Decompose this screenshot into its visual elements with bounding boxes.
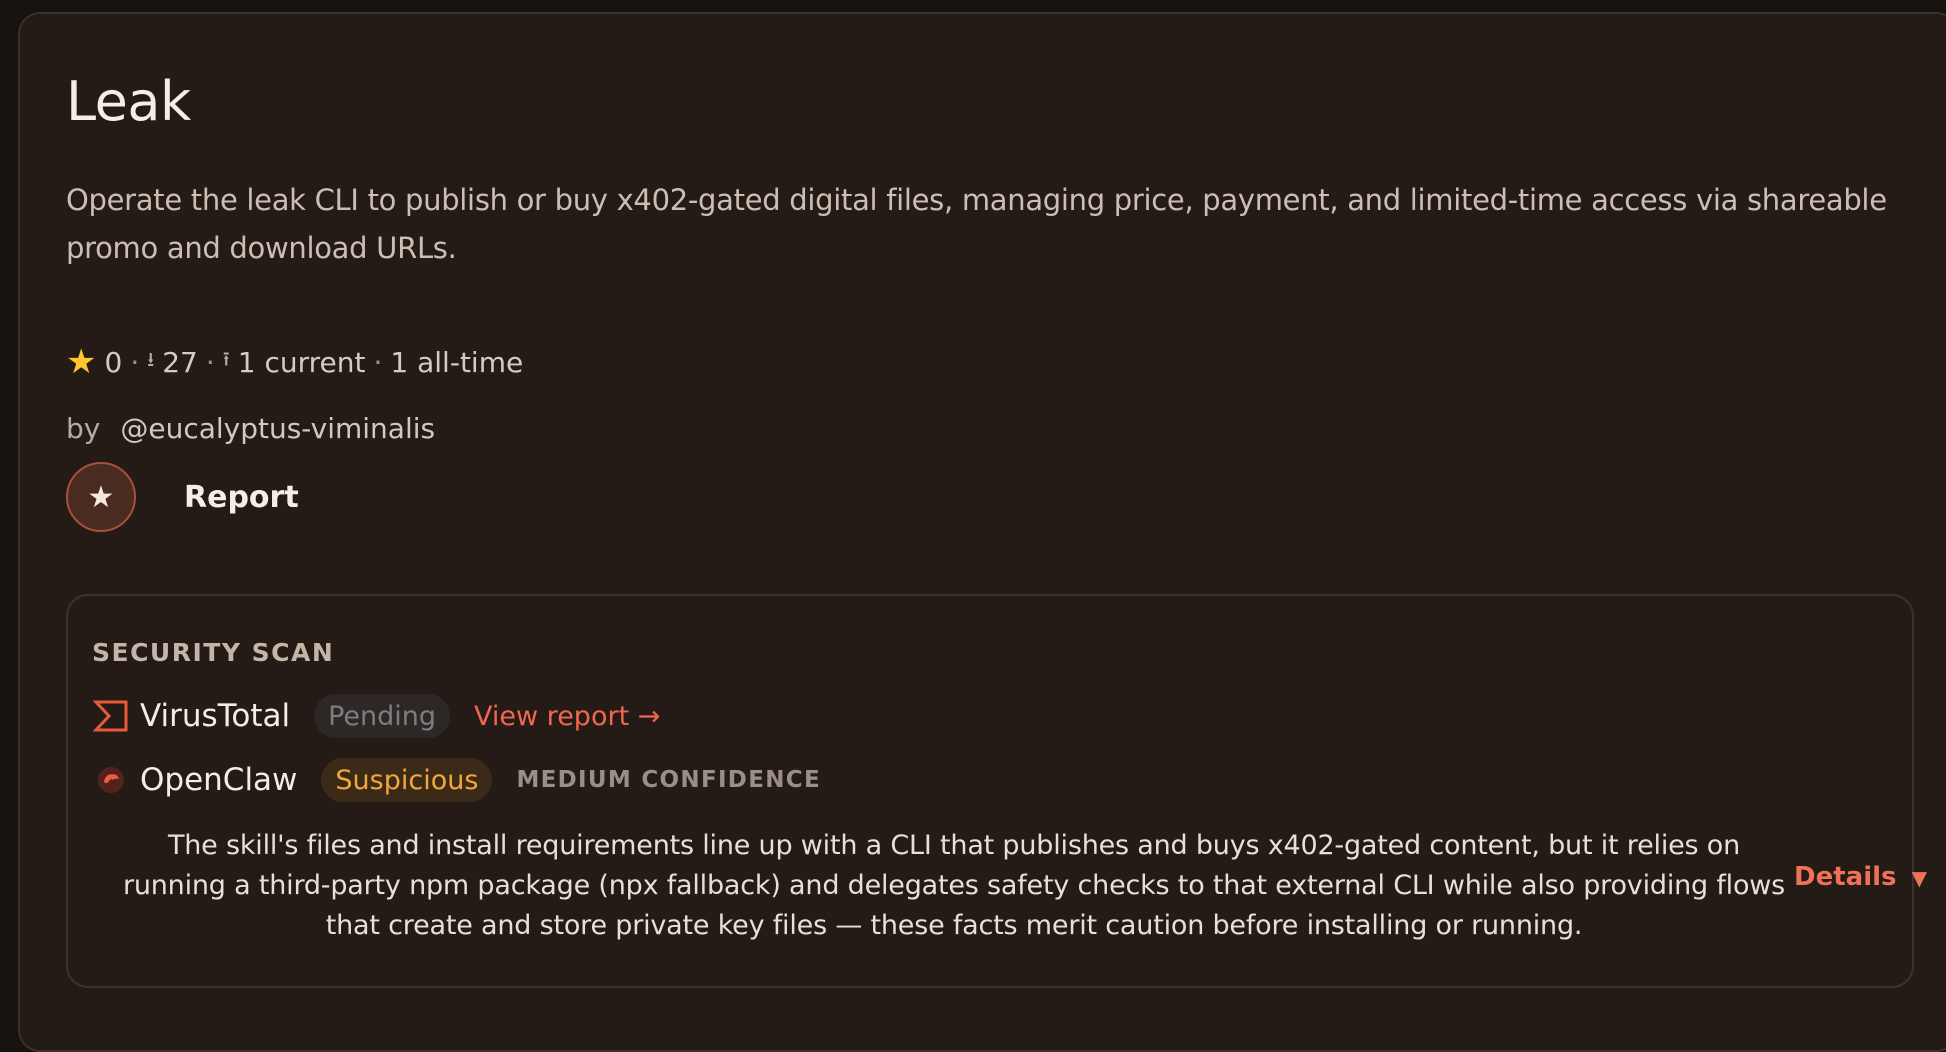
page-title: Leak [66, 70, 191, 133]
virustotal-row: VirusTotal Pending View report → [92, 692, 660, 740]
openclaw-name: OpenClaw [140, 762, 298, 798]
openclaw-summary: The skill's files and install requiremen… [114, 826, 1794, 946]
separator: · [205, 345, 215, 379]
view-report-link[interactable]: View report → [474, 701, 660, 732]
report-button[interactable]: Report [184, 480, 299, 515]
separator: · [373, 345, 383, 379]
skill-description: Operate the leak CLI to publish or buy x… [66, 183, 1887, 265]
star-icon: ★ [87, 480, 115, 514]
openclaw-row: OpenClaw Suspicious MEDIUM CONFIDENCE [92, 756, 821, 804]
virustotal-icon [92, 697, 130, 735]
confidence-label: MEDIUM CONFIDENCE [516, 767, 821, 793]
openclaw-status-badge: Suspicious [321, 758, 493, 802]
skill-stats: ★ 0 · ⭳ 27 · ⭱ 1 current · 1 all-time [66, 340, 523, 384]
virustotal-name: VirusTotal [140, 698, 291, 734]
details-toggle[interactable]: Details ▼ [1794, 862, 1927, 892]
byline-prefix: by [66, 411, 101, 445]
chevron-down-icon: ▼ [1911, 866, 1927, 890]
author-link[interactable]: @eucalyptus-viminalis [120, 412, 435, 445]
install-icon: ⭱ [222, 347, 230, 371]
stars-count: 0 [104, 345, 123, 379]
security-scan-title: SECURITY SCAN [92, 638, 335, 667]
installs-current: 1 current [237, 345, 366, 379]
openclaw-icon [92, 761, 130, 799]
byline: by @eucalyptus-viminalis [66, 406, 435, 450]
skill-actions: ★ Report [66, 462, 299, 532]
separator: · [130, 345, 140, 379]
download-icon: ⭳ [147, 347, 155, 371]
security-scan-panel: SECURITY SCAN VirusTotal Pending View re… [66, 594, 1927, 988]
installs-all-time: 1 all-time [390, 345, 524, 379]
star-button[interactable]: ★ [66, 462, 136, 532]
virustotal-status-badge: Pending [314, 694, 451, 738]
skill-card: Leak Operate the leak CLI to publish or … [18, 12, 1946, 1052]
openclaw-summary-text: The skill's files and install requiremen… [122, 830, 1786, 941]
downloads-count: 27 [162, 345, 198, 379]
details-label: Details [1794, 862, 1897, 892]
star-icon: ★ [66, 342, 97, 382]
